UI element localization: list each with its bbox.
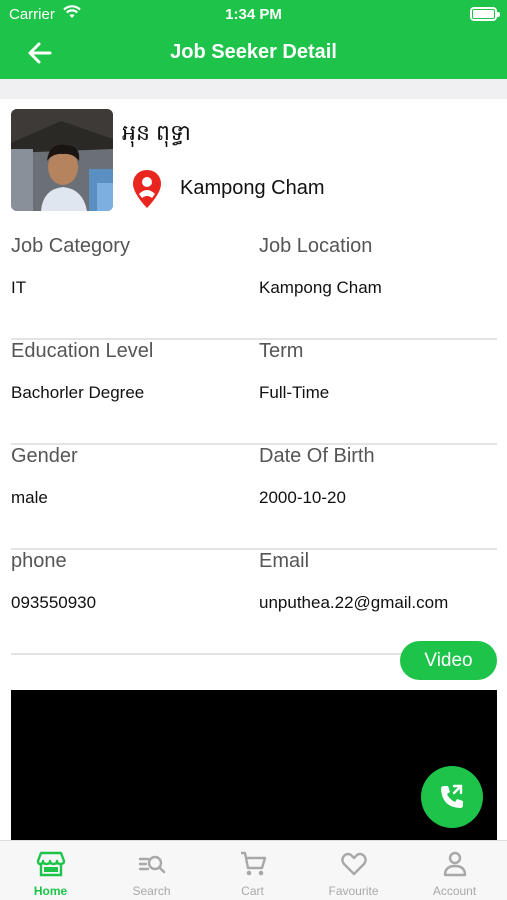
avatar [11,109,113,211]
nav-bar: Job Seeker Detail [0,31,507,75]
battery-icon [470,7,500,21]
location-pin-icon [132,169,162,209]
job-category-value: IT [11,278,27,297]
tab-home[interactable]: Home [0,841,101,900]
education-level-label: Education Level [11,340,154,362]
detail-row: Job Category IT Job Location Kampong Cham [11,235,497,340]
tab-account[interactable]: Account [404,841,505,900]
tab-label: Search [132,884,171,898]
job-seeker-card: អុន ពុទ្ធា Kampong Cham Job Category IT J… [0,99,507,840]
cart-icon [238,850,268,878]
tab-label: Cart [241,884,264,898]
job-category-label: Job Category [11,235,130,257]
email-value[interactable]: unputhea.22@gmail.com [259,593,448,613]
seeker-location: Kampong Cham [180,177,325,199]
gender-value: male [11,488,48,507]
tab-search[interactable]: Search [101,841,202,900]
seeker-name: អុន ពុទ្ធា [122,120,191,145]
call-button[interactable] [421,766,483,828]
detail-row: Gender male Date Of Birth 2000-10-20 [11,445,497,550]
tab-favourite[interactable]: Favourite [303,841,404,900]
tab-label: Account [432,884,477,898]
heart-icon [339,850,369,878]
term-value: Full-Time [259,383,330,402]
video-button[interactable]: Video [400,641,497,680]
date-of-birth-value: 2000-10-20 [259,488,346,507]
store-icon [36,850,66,878]
tab-label: Home [33,884,68,898]
job-location-label: Job Location [259,235,373,257]
phone-call-icon [441,784,463,808]
date-of-birth-label: Date Of Birth [259,445,375,467]
phone-label: phone [11,550,67,572]
email-label: Email [259,550,310,572]
tab-label: Favourite [328,884,379,898]
page-title: Job Seeker Detail [170,41,337,63]
education-level-value: Bachorler Degree [11,383,145,402]
phone-value[interactable]: 093550930 [11,593,96,613]
person-icon [440,850,470,878]
detail-row: Education Level Bachorler Degree Term Full… [11,340,497,445]
status-time: 1:34 PM [225,6,282,23]
tab-cart[interactable]: Cart [202,841,303,900]
status-bar: Carrier 1:34 PM [0,4,507,26]
term-label: Term [259,340,304,362]
bottom-tab-bar: Home Search Cart Favourite Account [0,840,507,900]
search-icon [137,850,167,878]
app-header: Carrier 1:34 PM Job Seeker Detail [0,0,507,79]
detail-row: phone 093550930 Email unputhea.22@gmail.co… [11,550,497,655]
video-player[interactable] [11,690,497,840]
gender-label: Gender [11,445,78,467]
job-location-value: Kampong Cham [259,278,382,297]
